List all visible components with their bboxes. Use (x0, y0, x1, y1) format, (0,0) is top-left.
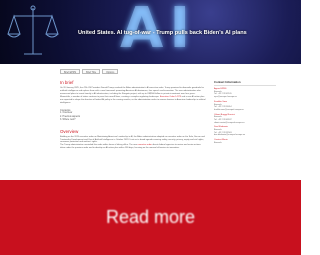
page-title: United States. AI tug-of-war - Trump pul… (78, 30, 247, 36)
hero-banner: AI United States. AI tug-of-war - Trump … (0, 0, 301, 64)
contact-entry: Agora EPRS Brussels Tel. +32 2 28 42105 … (214, 88, 276, 99)
contact-email[interactable]: doe.bhabanie@europarl.europa.eu (214, 134, 276, 137)
table-of-contents: 1. Overview 2. Previous aspects 3. Where… (60, 112, 206, 122)
breadcrumb-item[interactable]: Brief Title (82, 69, 101, 74)
breadcrumb-item[interactable]: Options (102, 69, 119, 74)
contact-email[interactable]: eprs@europarl.europa.eu (214, 96, 276, 99)
read-more-button[interactable]: Read more (0, 180, 301, 255)
toc-item[interactable]: 3. Where next? (60, 119, 206, 122)
contact-detail: Brussels (214, 141, 222, 144)
contact-email[interactable]: franklin.sam@europarl.europa.eu (214, 109, 276, 112)
contact-entry: Doe Bhabanie Brussels Tel. +32 2 28 3256… (214, 126, 276, 137)
contact-entry: Franklin Sam Brussels Tel. +32 2 28 3001… (214, 101, 276, 112)
paragraph-text: Building on the 2019 executive order on … (60, 135, 205, 144)
in-brief-paragraph: On 20 January 2025, the 47th US Presiden… (60, 87, 206, 104)
scales-of-justice-icon (7, 5, 59, 55)
contact-sidebar: Contact Information Agora EPRS Brussels … (214, 80, 276, 147)
sidebar-title: Contact Information (214, 80, 276, 86)
breadcrumb-item[interactable]: Brief EPRS (60, 69, 81, 74)
breadcrumb: Brief EPRS Brief Title Options (60, 69, 119, 74)
inline-link[interactable]: Executive Order 14179 (160, 96, 181, 98)
read-more-label: Read more (105, 207, 196, 227)
overview-heading: Overview (60, 128, 79, 134)
in-brief-heading: In brief (60, 80, 74, 85)
contact-email[interactable]: ciboni.rossini@europarl.europa.eu (214, 122, 276, 125)
contact-entry: Contact Maria Brussels (214, 139, 276, 144)
article-content: Brief EPRS Brief Title Options In brief … (0, 64, 301, 180)
contact-entry: Ciboni Buggy Rossini Brussels Tel. +32 2… (214, 114, 276, 125)
overview-paragraph: The Trump administration rescinded this … (60, 144, 206, 150)
main-column: In brief On 20 January 2025, the 47th US… (60, 80, 206, 150)
